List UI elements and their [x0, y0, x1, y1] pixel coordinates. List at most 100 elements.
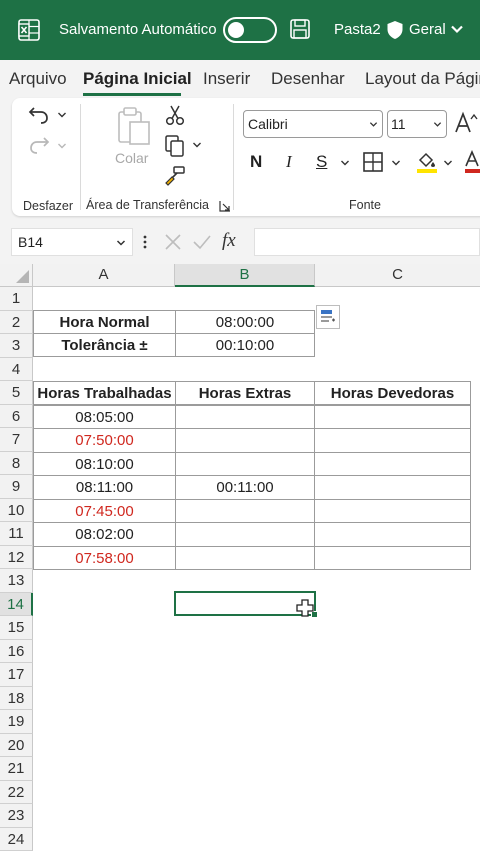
cell-a11[interactable]: 08:02:00 [33, 522, 176, 547]
cell-c9[interactable] [314, 475, 471, 500]
cell-b7[interactable] [175, 428, 315, 453]
cell-a10[interactable]: 07:45:00 [33, 498, 176, 523]
fill-color-dropdown-icon[interactable] [443, 158, 453, 168]
more-options-icon[interactable] [142, 234, 148, 250]
row-header-10[interactable]: 10 [0, 498, 33, 522]
quick-analysis-button[interactable] [316, 305, 340, 329]
row-header-16[interactable]: 16 [0, 639, 33, 663]
cell-a12[interactable]: 07:58:00 [33, 545, 176, 570]
cell-b6[interactable] [175, 404, 315, 429]
sensitivity-label[interactable]: Geral [409, 20, 446, 40]
font-name-select[interactable]: Calibri [243, 110, 383, 138]
row-header-7[interactable]: 7 [0, 428, 33, 452]
row-header-24[interactable]: 24 [0, 827, 33, 851]
column-header-a[interactable]: A [33, 264, 175, 287]
name-box-value: B14 [18, 234, 43, 250]
select-all-triangle [16, 270, 29, 283]
cell-c5[interactable]: Horas Devedoras [314, 381, 471, 405]
dialog-launcher-icon[interactable] [219, 200, 231, 212]
row-header-1[interactable]: 1 [0, 287, 33, 311]
redo-dropdown-icon[interactable] [57, 141, 67, 151]
cell-c11[interactable] [314, 522, 471, 547]
copy-dropdown-icon[interactable] [192, 140, 202, 150]
name-box[interactable]: B14 [11, 228, 133, 256]
row-header-2[interactable]: 2 [0, 310, 33, 334]
cell-a2[interactable]: Hora Normal [33, 310, 176, 334]
row-header-17[interactable]: 17 [0, 663, 33, 687]
row-header-5[interactable]: 5 [0, 381, 33, 405]
underline-dropdown-icon[interactable] [340, 158, 350, 168]
bold-button[interactable]: N [250, 150, 262, 174]
grow-font-icon[interactable] [454, 111, 480, 135]
tab-inserir[interactable]: Inserir [203, 68, 250, 90]
cut-icon[interactable] [165, 104, 185, 126]
file-name[interactable]: Pasta2 [334, 20, 381, 40]
cell-a8[interactable]: 08:10:00 [33, 451, 176, 476]
row-header-14[interactable]: 14 [0, 592, 33, 616]
cell-b12[interactable] [175, 545, 315, 570]
cell-c6[interactable] [314, 404, 471, 429]
paste-icon[interactable] [116, 106, 152, 146]
underline-button[interactable]: S [316, 150, 327, 174]
tab-layout-da-pagina[interactable]: Layout da Págin [365, 68, 480, 90]
row-header-3[interactable]: 3 [0, 334, 33, 358]
save-icon[interactable] [289, 18, 311, 40]
column-header-c[interactable]: C [315, 264, 480, 287]
copy-icon[interactable] [164, 134, 186, 158]
undo-icon[interactable] [27, 104, 51, 126]
tab-desenhar[interactable]: Desenhar [271, 68, 345, 90]
font-size-value: 11 [391, 116, 406, 132]
paste-label[interactable]: Colar [115, 150, 148, 166]
cell-b8[interactable] [175, 451, 315, 476]
row-header-4[interactable]: 4 [0, 357, 33, 381]
row-header-19[interactable]: 19 [0, 710, 33, 734]
cell-a9[interactable]: 08:11:00 [33, 475, 176, 500]
italic-button[interactable]: I [286, 150, 292, 174]
font-color-icon[interactable] [465, 150, 480, 174]
select-all-corner[interactable] [0, 264, 33, 287]
autosave-toggle[interactable] [223, 17, 277, 43]
row-header-6[interactable]: 6 [0, 404, 33, 428]
cell-b3[interactable]: 00:10:00 [175, 333, 315, 357]
row-header-15[interactable]: 15 [0, 616, 33, 640]
enter-icon[interactable] [192, 233, 212, 251]
cell-b5[interactable]: Horas Extras [175, 381, 315, 405]
row-header-9[interactable]: 9 [0, 475, 33, 499]
cell-b11[interactable] [175, 522, 315, 547]
cell-a3[interactable]: Tolerância ± [33, 333, 176, 357]
cell-a6[interactable]: 08:05:00 [33, 404, 176, 429]
cell-c8[interactable] [314, 451, 471, 476]
tab-pagina-inicial[interactable]: Página Inicial [83, 68, 192, 90]
borders-icon[interactable] [362, 151, 384, 173]
row-header-12[interactable]: 12 [0, 545, 33, 569]
borders-dropdown-icon[interactable] [391, 158, 401, 168]
row-header-21[interactable]: 21 [0, 757, 33, 781]
cell-b10[interactable] [175, 498, 315, 523]
row-header-11[interactable]: 11 [0, 522, 33, 546]
cell-b9[interactable]: 00:11:00 [175, 475, 315, 500]
row-header-22[interactable]: 22 [0, 780, 33, 804]
redo-icon[interactable] [27, 134, 51, 156]
selected-cell-b14[interactable] [174, 591, 316, 616]
cell-c7[interactable] [314, 428, 471, 453]
cancel-icon[interactable] [164, 233, 182, 251]
cell-c10[interactable] [314, 498, 471, 523]
fill-color-icon[interactable] [415, 150, 439, 174]
format-painter-icon[interactable] [163, 164, 187, 188]
row-header-8[interactable]: 8 [0, 451, 33, 475]
formula-input[interactable] [254, 228, 480, 256]
insert-function-button[interactable]: fx [222, 230, 236, 252]
row-header-13[interactable]: 13 [0, 569, 33, 593]
cell-b2[interactable]: 08:00:00 [175, 310, 315, 334]
cell-c12[interactable] [314, 545, 471, 570]
chevron-down-icon[interactable] [450, 22, 464, 36]
cell-a5[interactable]: Horas Trabalhadas [33, 381, 176, 405]
row-header-20[interactable]: 20 [0, 733, 33, 757]
column-header-b[interactable]: B [175, 264, 315, 287]
undo-dropdown-icon[interactable] [57, 110, 67, 120]
row-header-23[interactable]: 23 [0, 804, 33, 828]
row-header-18[interactable]: 18 [0, 686, 33, 710]
cell-a7[interactable]: 07:50:00 [33, 428, 176, 453]
tab-arquivo[interactable]: Arquivo [9, 68, 67, 90]
font-size-select[interactable]: 11 [387, 110, 447, 138]
